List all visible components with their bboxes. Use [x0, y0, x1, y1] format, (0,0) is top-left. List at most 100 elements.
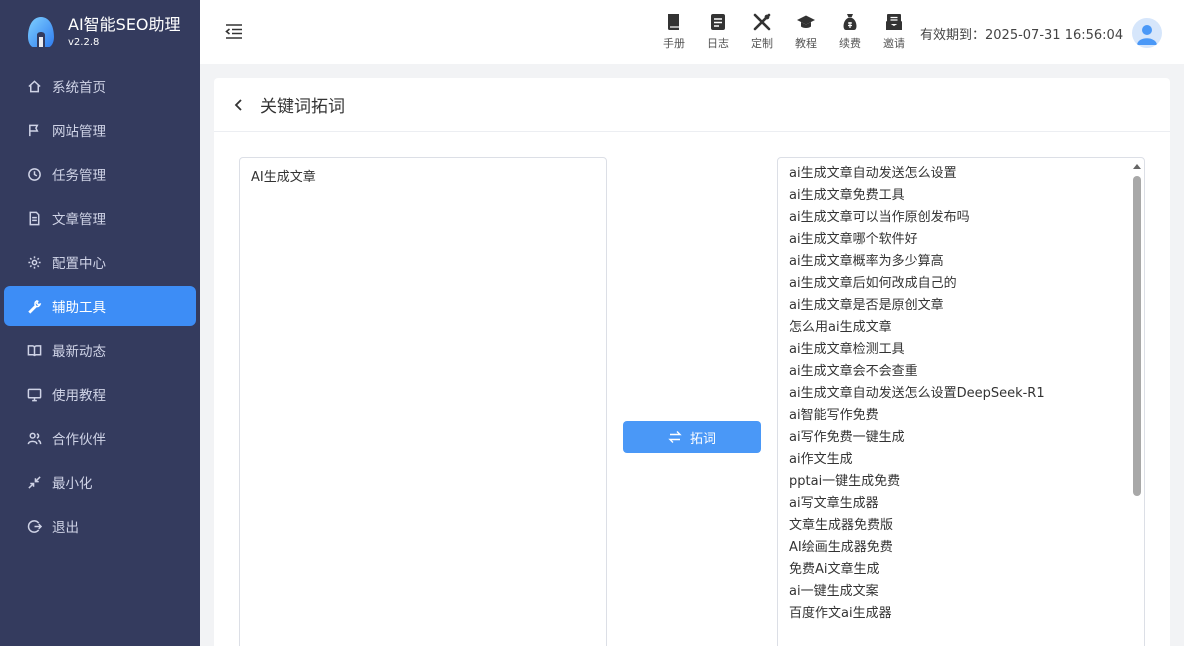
sidebar-item-sites[interactable]: 网站管理 — [4, 110, 196, 150]
keyword-expansion-panel: 关键词拓词 AI生成文章 拓词 ai生成文章自动发送怎么设置 ai生成文章免费工具… — [214, 78, 1170, 646]
list-item: ai生成文章哪个软件好 — [789, 232, 918, 247]
sidebar-item-label: 最新动态 — [52, 344, 106, 360]
tool-label: 续费 — [839, 37, 861, 50]
list-item: ai写文章生成器 — [789, 496, 879, 511]
list-item: ai生成文章后如何改成自己的 — [789, 276, 957, 291]
document-icon — [26, 210, 42, 226]
sidebar-item-config[interactable]: 配置中心 — [4, 242, 196, 282]
tool-customize[interactable]: 定制 — [740, 12, 784, 51]
sidebar: AI智能SEO助理 v2.2.8 系统首页 网站管理 任务管理 文章管理 配置中… — [0, 0, 200, 646]
result-scrollbar[interactable] — [1132, 160, 1142, 646]
tool-label: 日志 — [707, 37, 729, 50]
seed-keyword-input[interactable]: AI生成文章 — [239, 157, 607, 646]
sidebar-menu: 系统首页 网站管理 任务管理 文章管理 配置中心 辅助工具 最新动态 使用教程 — [0, 66, 200, 546]
list-item: ai生成文章概率为多少算高 — [789, 254, 944, 269]
tool-manual[interactable]: 手册 — [652, 12, 696, 51]
swap-icon — [668, 431, 682, 443]
sidebar-item-label: 退出 — [52, 520, 79, 536]
menu-collapse-icon[interactable] — [224, 21, 244, 41]
book-icon — [26, 342, 42, 358]
sidebar-item-label: 文章管理 — [52, 212, 106, 228]
expiry-label: 有效期到： — [920, 28, 986, 43]
list-item: ai生成文章免费工具 — [789, 188, 905, 203]
sidebar-item-home[interactable]: 系统首页 — [4, 66, 196, 106]
sidebar-item-label: 网站管理 — [52, 124, 106, 140]
brand-version: v2.2.8 — [68, 36, 100, 48]
scrollbar-thumb[interactable] — [1133, 176, 1141, 496]
list-item: AI绘画生成器免费 — [789, 540, 893, 555]
top-header: 手册 日志 定制 教程 续费 邀请 有效期到：2025-07-31 16:56:… — [200, 0, 1184, 64]
expiry-info: 有效期到：2025-07-31 16:56:04 — [920, 24, 1123, 43]
user-icon — [1137, 25, 1157, 45]
list-item: ai作文生成 — [789, 452, 853, 467]
sidebar-item-label: 使用教程 — [52, 388, 106, 404]
minimize-icon — [26, 474, 42, 490]
tool-renew[interactable]: 续费 — [828, 12, 872, 51]
list-item: 百度作文ai生成器 — [789, 606, 892, 621]
tool-label: 教程 — [795, 37, 817, 50]
result-keyword-list: ai生成文章自动发送怎么设置 ai生成文章免费工具 ai生成文章可以当作原创发布吗 a… — [789, 163, 1144, 625]
sidebar-item-tools[interactable]: 辅助工具 — [4, 286, 196, 326]
list-item: ai生成文章检测工具 — [789, 342, 905, 357]
list-item: ai一键生成文案 — [789, 584, 879, 599]
tool-invite[interactable]: 邀请 — [872, 12, 916, 51]
panel-header: 关键词拓词 — [214, 78, 1170, 132]
list-item: ai生成文章会不会查重 — [789, 364, 918, 379]
list-item: pptai一键生成免费 — [789, 474, 901, 489]
monitor-icon — [26, 386, 42, 402]
invite-icon — [886, 14, 902, 30]
sidebar-item-label: 配置中心 — [52, 256, 106, 272]
back-chevron-icon[interactable] — [232, 98, 246, 112]
list-item: ai写作免费一键生成 — [789, 430, 905, 445]
scroll-up-arrow-icon[interactable] — [1133, 164, 1141, 169]
tool-label: 定制 — [751, 37, 773, 50]
gear-icon — [26, 254, 42, 270]
sidebar-item-label: 任务管理 — [52, 168, 106, 184]
list-item: 怎么用ai生成文章 — [789, 320, 892, 335]
list-item: 文章生成器免费版 — [789, 518, 894, 533]
home-icon — [26, 78, 42, 94]
manual-icon — [668, 14, 679, 30]
sidebar-item-minimize[interactable]: 最小化 — [4, 462, 196, 502]
sidebar-item-label: 最小化 — [52, 476, 93, 492]
wrench-icon — [26, 298, 42, 314]
sidebar-item-label: 辅助工具 — [52, 300, 106, 316]
sidebar-item-tutorial[interactable]: 使用教程 — [4, 374, 196, 414]
list-item: ai智能写作免费 — [789, 408, 879, 423]
list-item: ai生成文章可以当作原创发布吗 — [789, 210, 970, 225]
page-title: 关键词拓词 — [260, 97, 345, 117]
sidebar-item-logout[interactable]: 退出 — [4, 506, 196, 546]
result-keywords-box[interactable]: ai生成文章自动发送怎么设置 ai生成文章免费工具 ai生成文章可以当作原创发布吗 a… — [777, 157, 1145, 646]
list-item: ai生成文章是否是原创文章 — [789, 298, 944, 313]
tool-tutorial[interactable]: 教程 — [784, 12, 828, 51]
brand: AI智能SEO助理 v2.2.8 — [0, 0, 200, 64]
expand-button-label: 拓词 — [689, 431, 716, 447]
users-icon — [26, 430, 42, 446]
sidebar-item-partners[interactable]: 合作伙伴 — [4, 418, 196, 458]
list-item: ai生成文章自动发送怎么设置DeepSeek-R1 — [789, 386, 1045, 401]
sidebar-item-tasks[interactable]: 任务管理 — [4, 154, 196, 194]
log-icon — [711, 14, 725, 30]
list-item: ai生成文章自动发送怎么设置 — [789, 166, 957, 181]
clock-icon — [26, 166, 42, 182]
sidebar-item-articles[interactable]: 文章管理 — [4, 198, 196, 238]
sidebar-item-news[interactable]: 最新动态 — [4, 330, 196, 370]
tool-log[interactable]: 日志 — [696, 12, 740, 51]
graduation-cap-icon — [797, 15, 815, 28]
sidebar-item-label: 系统首页 — [52, 80, 106, 96]
header-tools: 手册 日志 定制 教程 续费 邀请 — [652, 12, 916, 51]
money-bag-icon — [843, 14, 857, 30]
avatar[interactable] — [1132, 18, 1162, 48]
expand-keywords-button[interactable]: 拓词 — [623, 421, 761, 453]
tool-label: 手册 — [663, 37, 685, 50]
customize-icon — [753, 13, 771, 31]
brand-name: AI智能SEO助理 — [68, 15, 181, 35]
list-item: 免费Ai文章生成 — [789, 562, 880, 577]
sidebar-item-label: 合作伙伴 — [52, 432, 106, 448]
seed-keyword-value: AI生成文章 — [251, 170, 316, 185]
tool-label: 邀请 — [883, 37, 905, 50]
expiry-value: 2025-07-31 16:56:04 — [985, 28, 1124, 43]
flag-icon — [26, 122, 42, 138]
brand-logo-icon — [28, 17, 54, 47]
logout-icon — [26, 518, 42, 534]
